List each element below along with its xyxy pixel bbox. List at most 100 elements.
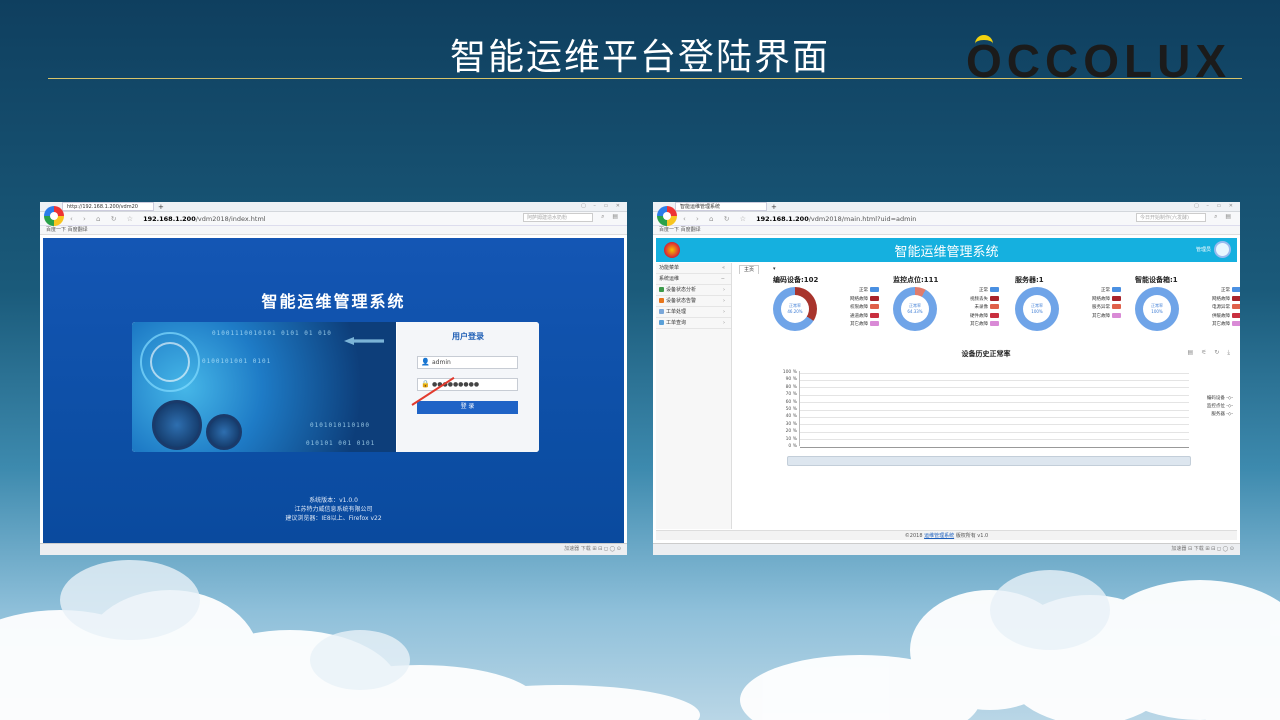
company-text: 江苏特力威信息系统有限公司 [294,506,373,513]
y-tick-label: 20 % [785,429,797,435]
legend-label: 通道故障 [850,313,868,319]
history-legend[interactable]: 编码设备 -◇- 监控点位 -◇- 服务器 -◇- [1207,395,1233,419]
legend-item[interactable]: 硬件故障 [953,312,999,322]
window-controls-icon[interactable]: ▢ – ▭ ✕ [1194,203,1236,209]
donut-legend[interactable]: 正常 视频丢失 未录像硬件故障 其它故障 [953,287,999,330]
browser-tabbar: http://192.168.1.200/vdm20 + [40,202,627,212]
legend-swatch [1112,287,1121,292]
legend-label: 其它故障 [1212,322,1230,327]
window-controls-icon[interactable]: ▢ – ▭ ✕ [581,203,623,209]
gridline [800,431,1189,433]
legend-swatch [870,312,879,318]
legend-item[interactable]: 供暖故障 [1195,312,1240,322]
addr-tools-icon[interactable]: ⌕ ▤ [601,213,621,221]
chart-datazoom-slider[interactable] [787,456,1191,466]
main-area: 主页 ▾ 编码设备:102 正常率 46.20% 正常 网络故障 权限故障 通道故障 其它故… [735,263,1240,529]
footer-link[interactable]: 运维管理系统 [924,533,954,539]
new-tab-icon[interactable]: + [158,203,164,211]
new-tab-icon[interactable]: + [771,203,777,211]
sidebar-item-label: 功能菜单 [659,265,680,271]
sidebar-item[interactable]: 设备状态告警 › [656,296,731,307]
legend-item[interactable]: 电源异常 [1195,304,1240,313]
donut-legend[interactable]: 正常网络故障 服务异常其它故障 [1075,287,1121,321]
addr-tools-icon[interactable]: ⌕ ▤ [1214,213,1234,221]
legend-item[interactable]: 服务异常 [1075,304,1121,313]
legend-item[interactable]: 其它故障 [833,321,879,330]
history-legend-item[interactable]: 编码设备 -◇- [1207,395,1233,403]
sidebar-item[interactable]: 设备状态分析 › [656,285,731,296]
legend-item[interactable]: 权限故障 [833,304,879,313]
sidebar-item[interactable]: 功能菜单 « [656,263,731,274]
legend-item[interactable]: 其它故障 [1075,312,1121,322]
nav-buttons-icon[interactable]: ‹ › ⌂ ↻ ☆ [683,215,750,223]
stat-title: 编码设备:102 [773,276,819,284]
legend-item[interactable]: 网络故障 [1195,295,1240,305]
legend-item[interactable]: 网络故障 [1075,295,1121,305]
donut-center-label: 正常率 46.20% [781,295,809,323]
bookmarks-bar[interactable]: 百度一下 百度翻译 [653,226,1240,235]
avatar[interactable] [1214,241,1231,258]
password-input[interactable]: 🔒 ●●●●●●●●● [417,378,518,391]
lock-icon: 🔒 [421,380,430,388]
footer-prefix: ©2018 [904,533,925,539]
status-donut-chart[interactable]: 正常率 46.20% [773,287,817,331]
chart-toolbox-icon[interactable]: ▤ ⚟ ↻ ⤓ [1188,349,1233,357]
chevron-icon: − [720,276,725,282]
y-tick-label: 10 % [785,436,797,442]
url-host: 192.168.1.200 [756,214,809,223]
status-donut-chart[interactable]: 正常率 100% [1135,287,1179,331]
nav-buttons-icon[interactable]: ‹ › ⌂ ↻ ☆ [70,215,137,223]
bookmarks-bar[interactable]: 百度一下 百度翻译 [40,226,627,235]
legend-swatch [990,287,999,292]
legend-label: 正常 [1101,288,1110,293]
tab-home[interactable]: 主页 [739,265,760,274]
sidebar-item[interactable]: 工单处理 › [656,307,731,318]
system-title: 智能运维管理系统 [261,292,406,311]
history-legend-item[interactable]: 监控点位 -◇- [1207,403,1233,411]
y-tick-label: 70 % [785,392,797,398]
donut-legend[interactable]: 正常 网络故障 权限故障 通道故障其它故障 [833,287,879,330]
legend-swatch [1112,304,1121,309]
gridline [800,402,1189,404]
device-stat-card: 监控点位:111 正常率 64.33% 正常 视频丢失 未录像 硬件故障 其它故障 [893,275,1003,335]
browser-search-input[interactable]: 阿萨姆建造水奶粉 [523,213,593,222]
sidebar-item[interactable]: 工单查询 › [656,318,731,329]
sidebar-item-label: 系统运维 [659,276,680,282]
dashboard-header: 智能运维管理系统 管理员 [656,238,1237,262]
history-plot-area [799,371,1189,448]
legend-item[interactable]: 正常 [1075,287,1121,296]
login-illustration: 01001110010101 0101 01 010 0100101001 01… [132,322,396,452]
arrow-graphic [344,337,384,345]
y-tick-label: 80 % [785,384,797,390]
status-donut-chart[interactable]: 正常率 100% [1015,287,1059,331]
system-footer: 系统版本：v1.0.0 江苏特力威信息系统有限公司 建议浏览器：IE8以上、Fi… [43,496,624,523]
sidebar-item-label: 工单处理 [666,309,687,315]
username-input[interactable]: 👤 admin [417,356,518,369]
legend-item[interactable]: 正常 [833,287,879,296]
legend-label: 服务异常 [1092,305,1110,310]
legend-label: 其它故障 [970,322,988,327]
legend-item[interactable]: 正常 [953,287,999,296]
legend-swatch [990,295,999,301]
legend-item[interactable]: 其它故障 [953,321,999,330]
legend-item[interactable]: 网络故障 [833,295,879,305]
login-button[interactable]: 登 录 [417,401,518,414]
legend-item[interactable]: 未录像 [953,304,999,313]
y-tick-label: 0 % [788,444,797,449]
status-donut-chart[interactable]: 正常率 64.33% [893,287,937,331]
sidebar-item[interactable]: 系统运维 − [656,274,731,285]
browser-tab[interactable]: 智能运维管理系统 [675,202,767,211]
legend-item[interactable]: 正常 [1195,287,1240,296]
legend-label: 未录像 [974,305,989,310]
browser-search-input[interactable]: 今日开始制作(六发酵) [1136,213,1206,222]
legend-item[interactable]: 其它故障 [1195,321,1240,330]
legend-item[interactable]: 通道故障 [833,312,879,322]
legend-item[interactable]: 视频丢失 [953,295,999,305]
donut-legend[interactable]: 正常 网络故障 电源异常 供暖故障 其它故障 [1195,287,1240,330]
history-legend-item[interactable]: 服务器 -◇- [1207,411,1233,419]
browser-tab[interactable]: http://192.168.1.200/vdm20 [62,202,154,211]
user-name[interactable]: 管理员 [1196,246,1211,253]
legend-swatch [870,304,879,309]
legend-swatch [1112,312,1121,318]
tab-dropdown-icon[interactable]: ▾ [773,265,776,274]
